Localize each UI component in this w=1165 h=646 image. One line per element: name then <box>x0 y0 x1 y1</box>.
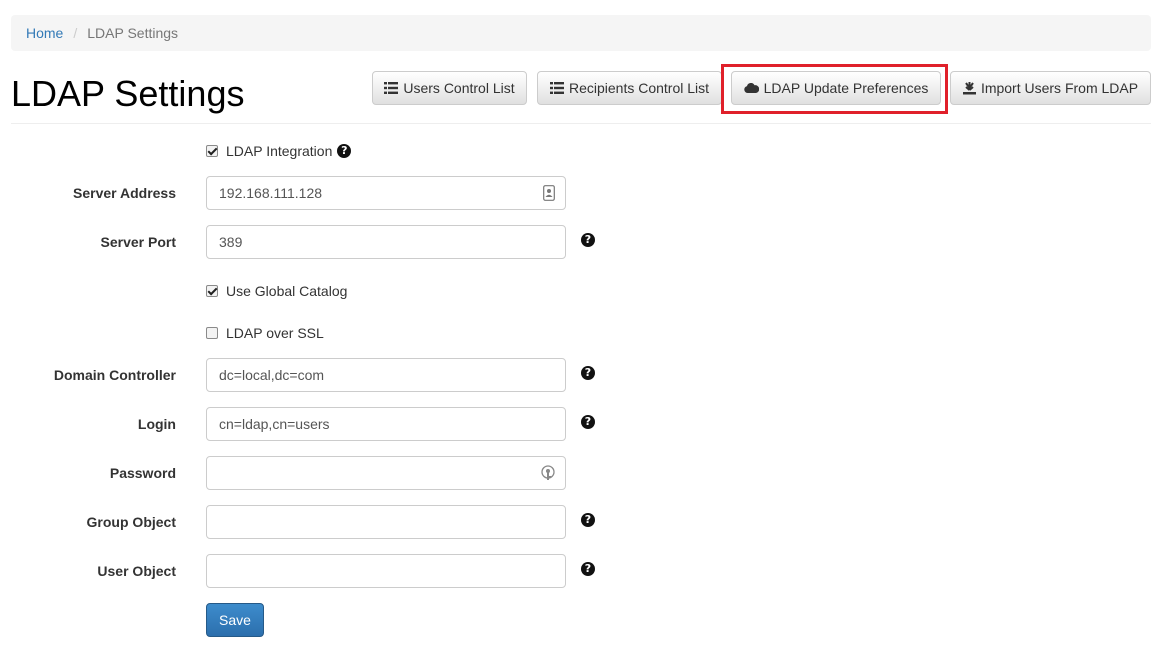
ldap-integration-row: LDAP Integration ? <box>206 143 352 159</box>
recipients-control-list-button[interactable]: Recipients Control List <box>537 71 722 105</box>
ldap-over-ssl-row: LDAP over SSL <box>206 325 324 341</box>
server-port-input[interactable]: 389 <box>206 225 566 259</box>
cloud-icon <box>743 83 759 93</box>
title-divider <box>11 123 1151 124</box>
list-icon <box>549 82 564 94</box>
ldap-integration-checkbox[interactable] <box>206 145 218 157</box>
domain-controller-input[interactable]: dc=local,dc=com <box>206 358 566 392</box>
page-title: LDAP Settings <box>11 73 245 114</box>
ldap-update-preferences-label: LDAP Update Preferences <box>763 80 929 96</box>
question-circle-icon[interactable]: ? <box>581 366 595 380</box>
save-button[interactable]: Save <box>206 603 264 637</box>
server-address-input[interactable]: 192.168.111.128 <box>206 176 566 210</box>
user-object-input[interactable] <box>206 554 566 588</box>
server-address-value: 192.168.111.128 <box>219 185 323 201</box>
ldap-over-ssl-label: LDAP over SSL <box>226 325 324 341</box>
password-label: Password <box>109 465 176 481</box>
ldap-over-ssl-checkbox[interactable] <box>206 327 218 339</box>
breadcrumb-separator: / <box>73 25 78 41</box>
user-object-label: User Object <box>97 563 176 579</box>
server-port-label: Server Port <box>100 234 176 250</box>
group-object-label: Group Object <box>86 514 176 530</box>
import-icon <box>962 81 976 95</box>
question-circle-icon[interactable]: ? <box>581 415 595 429</box>
domain-controller-value: dc=local,dc=com <box>219 367 325 383</box>
key-icon <box>541 465 555 481</box>
use-global-catalog-row: Use Global Catalog <box>206 283 347 299</box>
server-address-label: Server Address <box>73 185 176 201</box>
question-circle-icon[interactable]: ? <box>581 562 595 576</box>
breadcrumb-home-link[interactable]: Home <box>26 25 63 41</box>
users-control-list-label: Users Control List <box>403 80 515 96</box>
contact-card-icon <box>543 185 555 201</box>
group-object-input[interactable] <box>206 505 566 539</box>
users-control-list-button[interactable]: Users Control List <box>372 71 527 105</box>
login-value: cn=ldap,cn=users <box>219 416 330 432</box>
use-global-catalog-label: Use Global Catalog <box>226 283 348 299</box>
question-circle-icon[interactable]: ? <box>337 144 352 158</box>
import-users-from-ldap-label: Import Users From LDAP <box>980 80 1139 96</box>
recipients-control-list-label: Recipients Control List <box>568 80 710 96</box>
ldap-integration-label: LDAP Integration <box>226 143 333 159</box>
list-icon <box>384 82 399 94</box>
password-input[interactable] <box>206 456 566 490</box>
login-label: Login <box>137 416 176 432</box>
ldap-update-preferences-button[interactable]: LDAP Update Preferences <box>731 71 941 105</box>
login-input[interactable]: cn=ldap,cn=users <box>206 407 566 441</box>
breadcrumb-current: LDAP Settings <box>87 25 179 41</box>
use-global-catalog-checkbox[interactable] <box>206 285 218 297</box>
server-port-value: 389 <box>219 234 243 250</box>
breadcrumb: Home / LDAP Settings <box>11 15 1151 51</box>
import-users-from-ldap-button[interactable]: Import Users From LDAP <box>950 71 1151 105</box>
domain-controller-label: Domain Controller <box>53 367 176 383</box>
question-circle-icon[interactable]: ? <box>581 513 595 527</box>
question-circle-icon[interactable]: ? <box>581 233 595 247</box>
